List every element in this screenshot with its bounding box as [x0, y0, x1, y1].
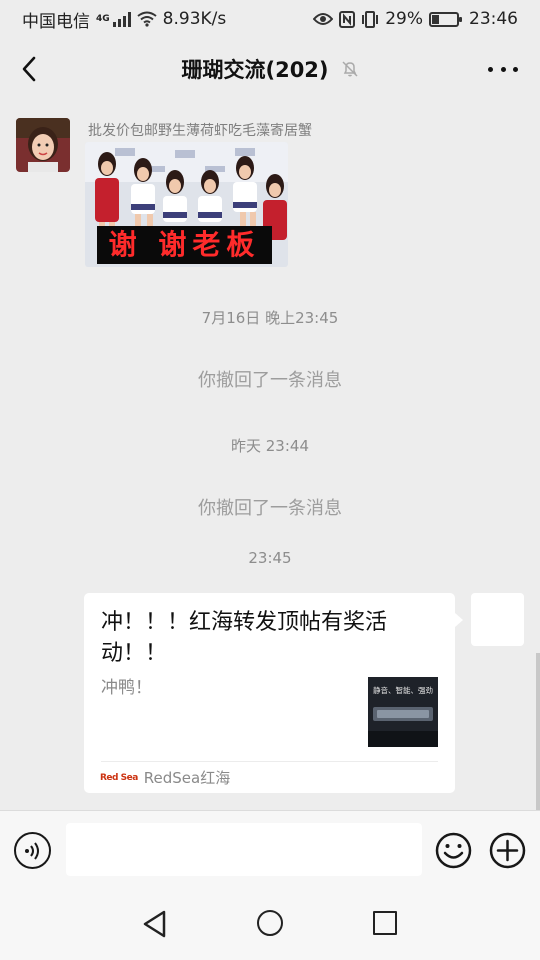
back-button[interactable]: [14, 54, 44, 84]
title-group: 珊瑚交流(202): [181, 54, 358, 84]
mute-icon: [341, 61, 358, 77]
redsea-logo-icon: Red Sea: [100, 772, 138, 783]
nfc-icon: [339, 10, 356, 28]
nav-back-icon[interactable]: [142, 910, 168, 938]
network-speed-label: 8.93K/s: [162, 9, 227, 29]
avatar-image: [16, 118, 70, 172]
carrier-label: 中国电信: [22, 11, 90, 32]
voice-icon: [24, 841, 39, 860]
wifi-icon: [137, 11, 157, 27]
input-bar: [0, 810, 540, 888]
eye-icon: [313, 13, 334, 25]
more-button[interactable]: [488, 58, 518, 80]
card-title: 冲！！！红海转发顶帖有奖活动！！: [101, 610, 388, 666]
chat-header: 珊瑚交流(202): [0, 38, 540, 100]
status-bar: 中国电信 4G 8.93K/s 29% 23:46: [0, 0, 540, 38]
scrollbar[interactable]: [536, 653, 540, 810]
card-description: 冲鸭！: [101, 678, 152, 698]
message-list[interactable]: 批发价包邮野生薄荷虾吃毛藻寄居蟹 谢 谢老板 7月16日 晚上23:45 你撤回…: [0, 100, 540, 810]
recall-notice: 你撤回了一条消息: [198, 370, 342, 391]
more-icon: [488, 66, 493, 72]
emoji-button[interactable]: [435, 832, 472, 869]
clock-label: 23:46: [469, 9, 518, 29]
voice-button[interactable]: [14, 832, 51, 869]
more-icon-dot: [500, 66, 506, 72]
link-card-message[interactable]: 冲！！！红海转发顶帖有奖活动！！ 冲鸭！ 静音、智能、强劲 Red Sea Re…: [84, 593, 463, 793]
back-icon: [22, 56, 36, 82]
plus-icon: [489, 832, 526, 869]
sender-name: 批发价包邮野生薄荷虾吃毛藻寄居蟹: [88, 123, 312, 139]
status-right: 29% 23:46: [313, 9, 518, 29]
card-thumbnail: 静音、智能、强劲: [368, 677, 438, 747]
battery-icon: [429, 11, 462, 27]
nav-home-icon[interactable]: [257, 910, 283, 936]
card-divider: [101, 761, 438, 762]
nav-recent-icon[interactable]: [373, 911, 397, 935]
card-thumbnail-image: 静音、智能、强劲: [368, 677, 438, 747]
chat-title: 珊瑚交流(202): [181, 58, 329, 82]
message-input[interactable]: [66, 823, 422, 876]
my-avatar[interactable]: [471, 593, 524, 646]
more-icon-dot: [513, 66, 518, 72]
system-nav-bar: [0, 888, 540, 960]
network-type-label: 4G: [96, 13, 110, 24]
image-caption: 谢 谢老板: [97, 226, 272, 264]
image-message[interactable]: 谢 谢老板: [85, 142, 288, 267]
timestamp: 23:45: [248, 549, 292, 567]
status-left: 中国电信 4G 8.93K/s: [22, 7, 226, 32]
card-source: Red Sea RedSea红海: [100, 767, 230, 788]
thumb-text: 静音、智能、强劲: [373, 685, 433, 695]
signal-icon: [112, 11, 131, 27]
vibrate-icon: [362, 10, 379, 28]
avatar[interactable]: [16, 118, 70, 172]
source-name: RedSea红海: [143, 769, 231, 787]
timestamp: 昨天 23:44: [231, 437, 309, 455]
battery-percent-label: 29%: [385, 9, 423, 29]
timestamp: 7月16日 晚上23:45: [201, 309, 339, 327]
plus-button[interactable]: [489, 832, 526, 869]
recall-notice: 你撤回了一条消息: [198, 498, 342, 519]
battery-fill: [432, 14, 439, 24]
emoji-icon: [435, 832, 472, 869]
